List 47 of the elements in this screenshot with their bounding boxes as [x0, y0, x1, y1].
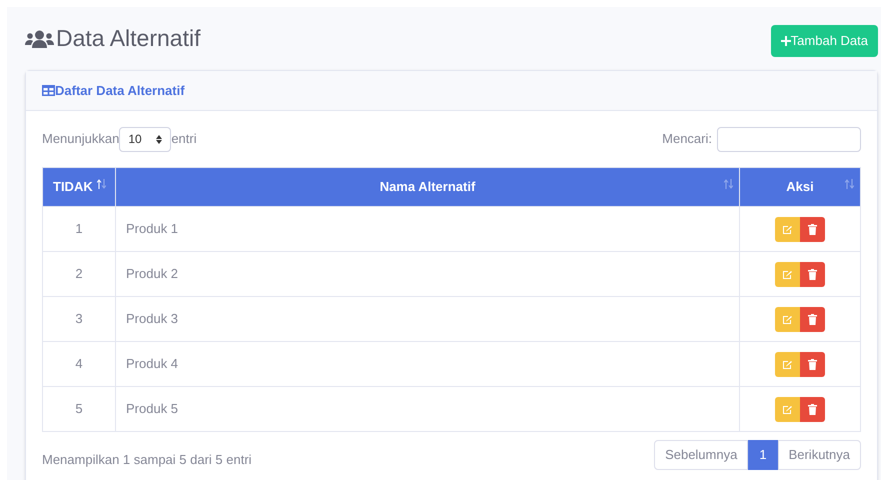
delete-button[interactable] [800, 306, 825, 332]
delete-button[interactable] [800, 216, 825, 242]
table-cell: Produk 3 [116, 296, 740, 342]
page-button[interactable]: Berikutnya [778, 440, 861, 470]
table-cell: Produk 5 [116, 386, 740, 432]
column-header[interactable]: Nama Alternatif [380, 179, 476, 194]
delete-button[interactable] [800, 262, 825, 286]
delete-button[interactable] [800, 396, 825, 422]
table-cell: Produk 1 [116, 206, 740, 252]
users-icon [25, 28, 54, 48]
edit-button[interactable] [775, 216, 800, 242]
trash-icon [808, 404, 817, 414]
column-header[interactable]: Aksi [786, 179, 814, 194]
table-cell: Produk 4 [116, 342, 740, 386]
page-button[interactable]: 1 [748, 440, 778, 470]
table-icon [42, 85, 55, 96]
trash-icon [808, 358, 817, 370]
table-cell: Produk 2 [116, 252, 740, 296]
page-button[interactable]: Sebelumnya [654, 440, 748, 470]
edit-icon [782, 358, 793, 370]
table-cell: 1 [42, 206, 116, 252]
table-cell: 5 [42, 386, 116, 432]
search-field[interactable] [717, 126, 861, 152]
search-label: Mencari: [662, 130, 712, 148]
plus-icon [780, 36, 791, 46]
edit-button[interactable] [775, 352, 800, 376]
edit-button[interactable] [775, 306, 800, 332]
delete-button[interactable] [800, 352, 825, 376]
updown-icon [156, 134, 162, 144]
table-info: Menampilkan 1 sampai 5 dari 5 entri [42, 451, 252, 470]
trash-icon [808, 268, 817, 280]
edit-icon [782, 404, 793, 414]
page-title: Data Alternatif [56, 24, 200, 54]
edit-icon [782, 224, 793, 234]
edit-button[interactable] [775, 262, 800, 286]
table-cell: 3 [42, 296, 116, 342]
length-label: Menunjukkan [42, 130, 120, 148]
edit-icon [782, 314, 793, 324]
table-cell: 2 [42, 252, 116, 296]
card-title: Daftar Data Alternatif [55, 82, 185, 100]
entries-select[interactable]: 10 [119, 126, 172, 152]
table-cell: 4 [42, 342, 116, 386]
trash-icon [808, 314, 817, 324]
edit-icon [782, 268, 793, 280]
trash-icon [808, 224, 817, 234]
edit-button[interactable] [775, 396, 800, 422]
length-label: entri [171, 130, 197, 148]
